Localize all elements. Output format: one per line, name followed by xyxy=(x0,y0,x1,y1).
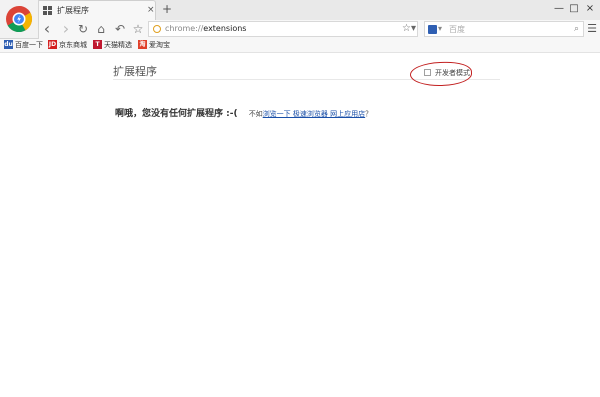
minimize-icon[interactable]: — xyxy=(552,2,566,16)
search-engine-icon[interactable] xyxy=(428,25,437,34)
bookmark-label: 爱淘宝 xyxy=(149,41,170,49)
browser-logo-icon[interactable] xyxy=(0,0,39,39)
address-star-icon[interactable]: ☆▾ xyxy=(402,23,416,35)
chevron-down-icon[interactable]: ▾ xyxy=(438,23,442,35)
extensions-grid-icon xyxy=(43,6,52,15)
undo-close-icon[interactable]: ↶ xyxy=(113,21,127,37)
empty-state-suffix: ？ xyxy=(365,110,373,118)
page-info-icon[interactable] xyxy=(153,25,161,33)
bookmark-label: 百度一下 xyxy=(15,41,43,49)
taobao-icon: 淘 xyxy=(138,40,147,49)
empty-state-message: 啊哦，您没有任何扩展程序 :-( 不如浏览一下 极速浏览器 网上应用店？ xyxy=(115,101,372,120)
tab-title: 扩展程序 xyxy=(57,6,89,15)
empty-state-prefix: 不如 xyxy=(248,110,263,118)
tab-extensions[interactable]: 扩展程序 × xyxy=(36,0,156,20)
address-text: chrome://extensions xyxy=(165,24,246,33)
maximize-icon[interactable]: □ xyxy=(567,2,581,16)
highlight-annotation xyxy=(409,60,473,88)
jd-icon: JD xyxy=(48,40,57,49)
bookmark-star-icon[interactable]: ☆ xyxy=(131,21,145,37)
search-input[interactable]: 百度 xyxy=(449,24,465,35)
baidu-icon: du xyxy=(4,40,13,49)
address-scheme: chrome:// xyxy=(165,24,204,33)
address-bar[interactable]: chrome://extensions ☆▾ xyxy=(148,21,418,37)
forward-icon[interactable]: › xyxy=(59,21,73,37)
bookmarks-bar: du 百度一下 JD 京东商城 T 天猫精选 淘 爱淘宝 xyxy=(0,38,600,53)
bookmark-label: 天猫精选 xyxy=(104,41,132,49)
page-title: 扩展程序 xyxy=(113,65,157,78)
new-tab-button[interactable]: + xyxy=(162,2,172,16)
back-icon[interactable]: ‹ xyxy=(40,21,54,37)
home-icon[interactable]: ⌂ xyxy=(94,21,108,37)
webstore-link[interactable]: 浏览一下 极速浏览器 网上应用店 xyxy=(263,110,365,118)
menu-icon[interactable]: ☰ xyxy=(586,21,598,37)
reload-icon[interactable]: ↻ xyxy=(76,21,90,37)
bookmark-label: 京东商城 xyxy=(59,41,87,49)
search-box[interactable]: ▾ 百度 ⌕ xyxy=(424,21,584,37)
empty-state-title: 啊哦，您没有任何扩展程序 :-( xyxy=(115,109,238,119)
tmall-icon: T xyxy=(93,40,102,49)
search-icon[interactable]: ⌕ xyxy=(574,23,579,35)
tab-close-icon[interactable]: × xyxy=(147,4,155,16)
address-path: extensions xyxy=(203,24,247,33)
window-close-icon[interactable]: × xyxy=(583,2,597,16)
